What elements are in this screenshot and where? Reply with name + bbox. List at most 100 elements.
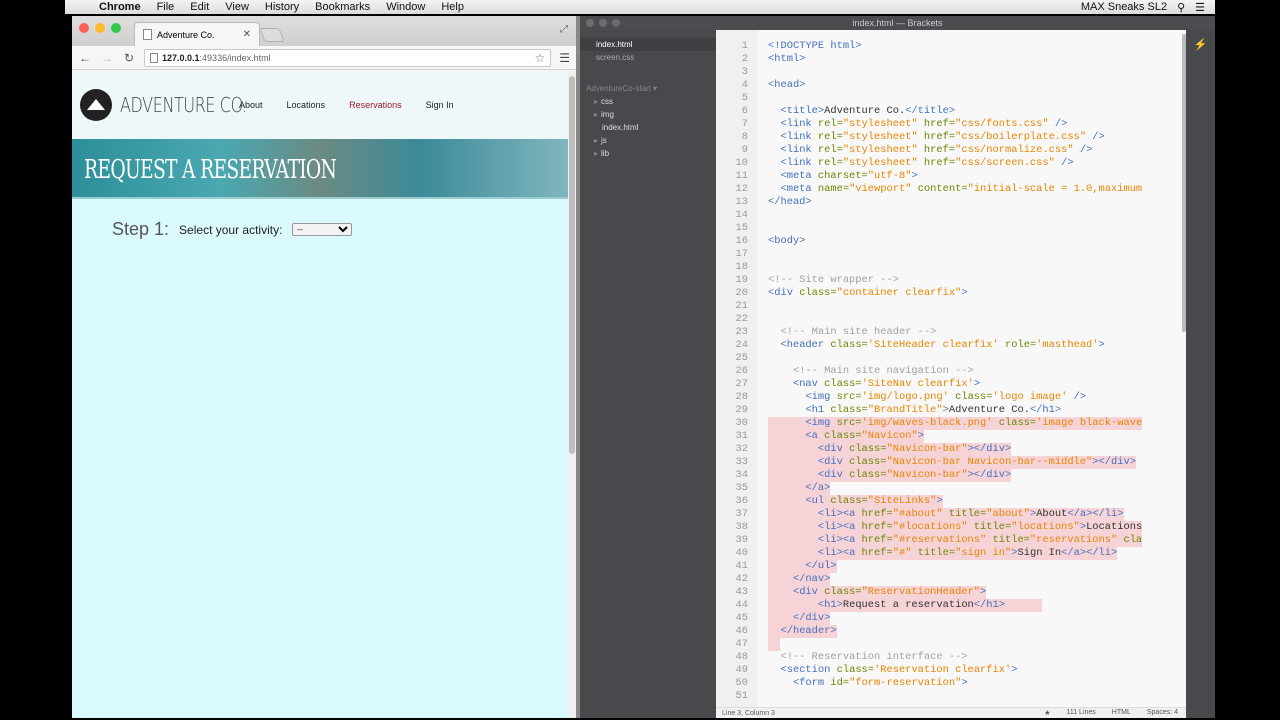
code-line[interactable]: 25 xyxy=(716,352,1186,365)
code-line[interactable]: 45 </div> xyxy=(716,612,1186,625)
code-line[interactable]: 2 <html> xyxy=(716,53,1186,66)
back-icon[interactable]: ← xyxy=(78,51,92,65)
code-line[interactable]: 5 xyxy=(716,92,1186,105)
code-line[interactable]: 11 <meta charset="utf-8"> xyxy=(716,170,1186,183)
tree-item-index[interactable]: index.html xyxy=(580,121,716,134)
lint-star-icon[interactable]: ★ xyxy=(1044,709,1050,717)
code-line[interactable]: 51 xyxy=(716,690,1186,703)
notification-center-icon[interactable]: ☰ xyxy=(1195,1,1205,14)
zoom-window-button[interactable] xyxy=(111,23,121,33)
code-line[interactable]: 16 <body> xyxy=(716,235,1186,248)
code-line[interactable]: 46 </header> xyxy=(716,625,1186,638)
project-dropdown[interactable]: AdventureCo-start ▾ xyxy=(580,82,716,95)
code-line[interactable]: 39 <li><a href="#reservations" title="re… xyxy=(716,534,1186,547)
tree-item-js[interactable]: ▸ js xyxy=(580,134,716,147)
code-line[interactable]: 27 <nav class='SiteNav clearfix'> xyxy=(716,378,1186,391)
menu-history[interactable]: History xyxy=(257,1,307,13)
code-line[interactable]: 49 <section class='Reservation clearfix'… xyxy=(716,664,1186,677)
brackets-minimize-button[interactable] xyxy=(599,19,607,27)
code-line[interactable]: 18 xyxy=(716,261,1186,274)
code-line[interactable]: 26 <!-- Main site navigation --> xyxy=(716,365,1186,378)
code-line[interactable]: 24 <header class='SiteHeader clearfix' r… xyxy=(716,339,1186,352)
code-line[interactable]: 48 <!-- Reservation interface --> xyxy=(716,651,1186,664)
chrome-menu-icon[interactable]: ☰ xyxy=(559,51,570,65)
new-tab-button[interactable] xyxy=(259,28,285,42)
address-bar[interactable]: 127.0.0.1:49336/index.html ☆ xyxy=(144,48,552,67)
working-file-screen-css[interactable]: screen.css xyxy=(580,51,716,64)
code-line[interactable]: 28 <img src='img/logo.png' class='logo i… xyxy=(716,391,1186,404)
nav-sign-in[interactable]: Sign In xyxy=(414,100,466,110)
code-line[interactable]: 42 </nav> xyxy=(716,573,1186,586)
working-file-index[interactable]: index.html xyxy=(580,38,716,51)
code-line[interactable]: 35 </a> xyxy=(716,482,1186,495)
nav-locations[interactable]: Locations xyxy=(275,100,338,110)
code-line[interactable]: 47 xyxy=(716,638,1186,651)
brackets-close-button[interactable] xyxy=(586,19,594,27)
code-line[interactable]: 3 xyxy=(716,66,1186,79)
code-text: <body> xyxy=(768,235,805,248)
minimize-window-button[interactable] xyxy=(95,23,105,33)
brackets-zoom-button[interactable] xyxy=(612,19,620,27)
code-line[interactable]: 41 </ul> xyxy=(716,560,1186,573)
code-line[interactable]: 31 <a class="Navicon"> xyxy=(716,430,1186,443)
menu-file[interactable]: File xyxy=(149,1,183,13)
forward-icon[interactable]: → xyxy=(100,51,114,65)
code-line[interactable]: 20 <div class="container clearfix"> xyxy=(716,287,1186,300)
close-tab-icon[interactable]: ✕ xyxy=(243,29,251,40)
scrollbar-thumb[interactable] xyxy=(569,76,575,454)
code-line[interactable]: 40 <li><a href="#" title="sign in">Sign … xyxy=(716,547,1186,560)
menu-window[interactable]: Window xyxy=(378,1,433,13)
fullscreen-icon[interactable]: ⤢ xyxy=(560,24,568,35)
code-editor[interactable]: 1 <!DOCTYPE html> 2 <html> 3 4 <head> 5 6 <title… xyxy=(716,30,1186,707)
logo-icon[interactable] xyxy=(80,89,112,121)
code-line[interactable]: 30 <img src='img/waves-black.png' class=… xyxy=(716,417,1186,430)
tree-item-css[interactable]: ▸ css xyxy=(580,95,716,108)
menu-help[interactable]: Help xyxy=(433,1,472,13)
code-line[interactable]: 34 <div class="Navicon-bar"></div> xyxy=(716,469,1186,482)
code-line[interactable]: 14 xyxy=(716,209,1186,222)
code-line[interactable]: 10 <link rel="stylesheet" href="css/scre… xyxy=(716,157,1186,170)
menu-view[interactable]: View xyxy=(217,1,257,13)
code-line[interactable]: 32 <div class="Navicon-bar"></div> xyxy=(716,443,1186,456)
code-line[interactable]: 38 <li><a href="#locations" title="locat… xyxy=(716,521,1186,534)
live-preview-icon[interactable]: ⚡ xyxy=(1186,38,1215,51)
spotlight-icon[interactable]: ⚲ xyxy=(1177,1,1185,14)
code-line[interactable]: 50 <form id="form-reservation"> xyxy=(716,677,1186,690)
user-name[interactable]: MAX Sneaks SL2 xyxy=(1081,1,1167,13)
code-line[interactable]: 9 <link rel="stylesheet" href="css/norma… xyxy=(716,144,1186,157)
code-line[interactable]: 12 <meta name="viewport" content="initia… xyxy=(716,183,1186,196)
code-line[interactable]: 23 <!-- Main site header --> xyxy=(716,326,1186,339)
code-line[interactable]: 17 xyxy=(716,248,1186,261)
code-line[interactable]: 4 <head> xyxy=(716,79,1186,92)
code-line[interactable]: 1 <!DOCTYPE html> xyxy=(716,40,1186,53)
indent-setting[interactable]: Spaces: 4 xyxy=(1147,709,1178,717)
code-line[interactable]: 44 <h1>Request a reservation</h1> xyxy=(716,599,1186,612)
reload-icon[interactable]: ↻ xyxy=(122,51,136,65)
menu-bookmarks[interactable]: Bookmarks xyxy=(307,1,378,13)
code-line[interactable]: 13 </head> xyxy=(716,196,1186,209)
language-mode[interactable]: HTML xyxy=(1112,709,1131,717)
menu-chrome[interactable]: Chrome xyxy=(91,1,149,13)
nav-reservations[interactable]: Reservations xyxy=(337,100,414,110)
code-line[interactable]: 22 xyxy=(716,313,1186,326)
code-line[interactable]: 37 <li><a href="#about" title="about">Ab… xyxy=(716,508,1186,521)
code-line[interactable]: 15 xyxy=(716,222,1186,235)
code-line[interactable]: 8 <link rel="stylesheet" href="css/boile… xyxy=(716,131,1186,144)
bookmark-star-icon[interactable]: ☆ xyxy=(534,51,545,65)
code-line[interactable]: 33 <div class="Navicon-bar Navicon-bar--… xyxy=(716,456,1186,469)
brand-title[interactable]: Adventure Co. xyxy=(120,93,247,117)
code-line[interactable]: 7 <link rel="stylesheet" href="css/fonts… xyxy=(716,118,1186,131)
menu-edit[interactable]: Edit xyxy=(182,1,217,13)
code-line[interactable]: 43 <div class="ReservationHeader"> xyxy=(716,586,1186,599)
activity-select[interactable]: -- xyxy=(292,223,353,236)
code-line[interactable]: 21 xyxy=(716,300,1186,313)
tree-item-img[interactable]: ▸ img xyxy=(580,108,716,121)
code-line[interactable]: 6 <title>Adventure Co.</title> xyxy=(716,105,1186,118)
code-line[interactable]: 29 <h1 class="BrandTitle">Adventure Co.<… xyxy=(716,404,1186,417)
code-line[interactable]: 19 <!-- Site wrapper --> xyxy=(716,274,1186,287)
close-window-button[interactable] xyxy=(79,23,89,33)
browser-tab[interactable]: Adventure Co. ✕ xyxy=(134,22,260,46)
page-scrollbar[interactable] xyxy=(568,71,576,718)
tree-item-lib[interactable]: ▸ lib xyxy=(580,147,716,160)
code-line[interactable]: 36 <ul class="SiteLinks"> xyxy=(716,495,1186,508)
